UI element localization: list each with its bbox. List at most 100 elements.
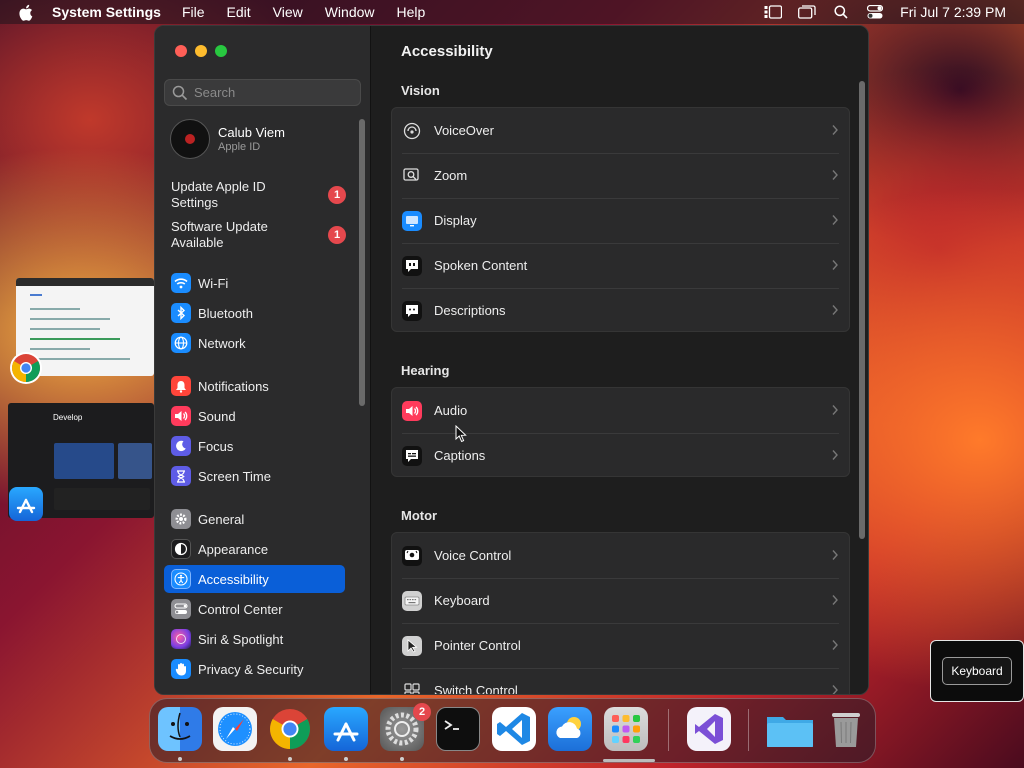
menu-app-name[interactable]: System Settings [52,4,161,20]
voice-control-icon [402,545,422,566]
row-label: Zoom [434,168,468,183]
menu-file[interactable]: File [182,4,205,20]
update-apple-id-notice[interactable]: Update Apple ID Settings 1 [171,179,351,211]
row-spoken-content[interactable]: Spoken Content [392,243,849,288]
sidebar-item-appearance[interactable]: Appearance [164,535,345,563]
menu-clock[interactable]: Fri Jul 7 2:39 PM [900,4,1006,20]
window-controls [175,45,235,57]
running-indicator [400,757,404,761]
finder-icon[interactable] [158,707,202,751]
globe-icon [171,333,191,353]
search-icon [172,85,188,101]
vscode-icon[interactable] [492,707,536,751]
notice-badge: 1 [328,226,346,244]
sidebar-item-control-center[interactable]: Control Center [164,595,345,623]
thumbnail-line [30,358,130,360]
running-indicator [344,757,348,761]
zoom-button[interactable] [215,45,227,57]
sidebar-item-siri-spotlight[interactable]: Siri & Spotlight [164,625,345,653]
stage-manager-icon[interactable] [764,5,783,19]
chevron-right-icon [831,549,839,561]
row-pointer-control[interactable]: Pointer Control [392,623,849,668]
thumbnail-line [30,338,120,340]
row-zoom[interactable]: Zoom [392,153,849,198]
keyboard-tooltip-label: Keyboard [942,657,1012,685]
thumbnail-title: Develop [53,413,83,422]
menu-edit[interactable]: Edit [227,4,251,20]
chrome-icon[interactable] [268,707,312,751]
window-switcher-icon[interactable] [798,5,816,19]
row-switch-control[interactable]: Switch Control [392,668,849,694]
dock-badge: 2 [413,703,431,721]
bell-icon [171,376,191,396]
sidebar-item-accessibility[interactable]: Accessibility [164,565,345,593]
main-pane: Accessibility Vision VoiceOver Zoom Disp… [371,26,868,694]
menu-view[interactable]: View [273,4,303,20]
chevron-right-icon [831,304,839,316]
sidebar-item-focus[interactable]: Focus [164,432,345,460]
launchpad-icon[interactable] [604,707,648,751]
trash-icon[interactable] [824,707,868,751]
sidebar-item-privacy-security[interactable]: Privacy & Security [164,655,345,683]
sidebar-item-label: General [198,511,245,527]
apple-id-account[interactable]: Calub Viem Apple ID [170,119,285,159]
appearance-icon [171,539,191,559]
moon-icon [171,436,191,456]
siri-icon [171,629,191,649]
sidebar-item-wifi[interactable]: Wi-Fi [164,269,345,297]
row-voiceover[interactable]: VoiceOver [392,108,849,153]
voiceover-icon [402,121,422,141]
user-subtitle: Apple ID [218,141,261,153]
app-store-icon[interactable] [324,707,368,751]
dock-separator [668,709,669,751]
control-center-toggle-icon[interactable] [866,5,884,19]
close-button[interactable] [175,45,187,57]
spotlight-search-icon[interactable] [832,5,850,19]
hourglass-icon [171,466,191,486]
weather-icon[interactable] [548,707,592,751]
sidebar-item-notifications[interactable]: Notifications [164,372,345,400]
thumbnail-line [30,318,110,320]
row-display[interactable]: Display [392,198,849,243]
minimize-button[interactable] [195,45,207,57]
menu-window[interactable]: Window [325,4,375,20]
sidebar-item-sound[interactable]: Sound [164,402,345,430]
row-label: Descriptions [434,303,506,318]
sidebar-item-screen-time[interactable]: Screen Time [164,462,345,490]
row-descriptions[interactable]: Descriptions [392,288,849,331]
sidebar-item-label: Notifications [198,378,269,394]
row-label: Captions [434,448,486,463]
main-scrollbar[interactable] [859,81,865,539]
sidebar-item-label: Screen Time [198,468,271,484]
sidebar-item-label: Focus [198,438,234,454]
safari-icon[interactable] [213,707,257,751]
search-field[interactable] [164,79,361,106]
launchpad-hover-indicator [603,759,655,762]
downloads-folder-icon[interactable] [765,707,813,751]
thumbnail-line [30,294,42,296]
sidebar-item-general[interactable]: General [164,505,345,533]
visual-studio-icon[interactable] [687,707,731,751]
sidebar-item-label: Control Center [198,601,283,617]
speaker-icon [171,406,191,426]
mouse-cursor-icon [455,424,467,443]
software-update-notice[interactable]: Software Update Available 1 [171,219,351,251]
chrome-icon[interactable] [10,352,42,384]
search-input[interactable] [194,85,344,100]
control-center-icon [171,599,191,619]
running-indicator [288,757,292,761]
terminal-icon[interactable] [436,707,480,751]
menu-help[interactable]: Help [397,4,426,20]
row-keyboard[interactable]: Keyboard [392,578,849,623]
sidebar-scrollbar[interactable] [359,119,365,406]
app-store-icon[interactable] [9,487,43,521]
chevron-right-icon [831,259,839,271]
apple-menu-icon[interactable] [18,0,36,24]
sidebar-item-bluetooth[interactable]: Bluetooth [164,299,345,327]
row-voice-control[interactable]: Voice Control [392,533,849,578]
thumbnail-card [118,443,152,479]
row-label: Audio [434,403,468,418]
row-label: VoiceOver [434,123,494,138]
thumbnail-card [54,443,114,479]
sidebar-item-network[interactable]: Network [164,329,345,357]
